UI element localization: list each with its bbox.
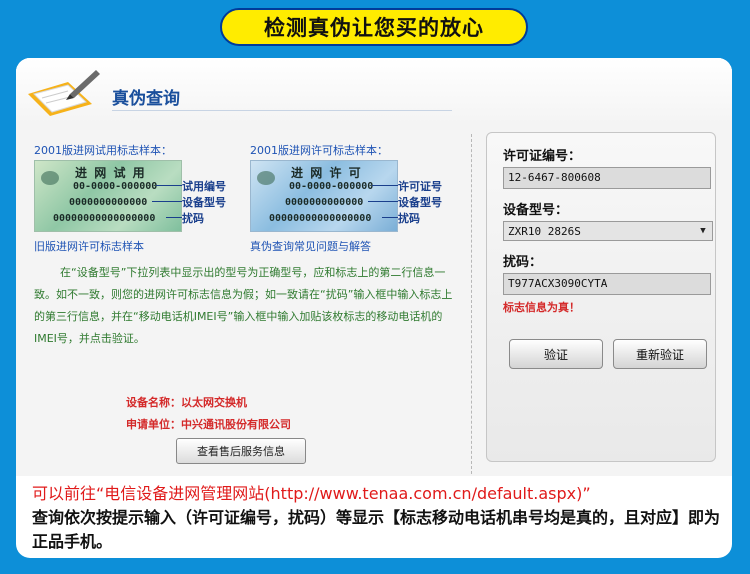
footer-line-2: 查询依次按提示输入（许可证编号，扰码）等显示【标志移动电话机串号均是真的，且对应… [32, 508, 721, 551]
verification-form: 许可证编号： 12-6467-800608 设备型号： ZXR10 2826S … [486, 132, 716, 462]
applicant-row: 申请单位：中兴通讯股份有限公司 [126, 416, 291, 432]
trial-sample-card: 进 网 试 用 00-0000-000000 0000000000000 000… [34, 160, 182, 232]
slogan-text: 检测真伪让您买的放心 [264, 16, 484, 40]
card-title: 进 网 许 可 [291, 166, 361, 180]
vertical-divider [471, 134, 472, 474]
pointer-line [152, 201, 182, 202]
license-sample-card: 进 网 许 可 00-0000-000000 0000000000000 000… [250, 160, 398, 232]
after-sales-service-button[interactable]: 查看售后服务信息 [176, 438, 306, 464]
pen-paper-icon [28, 70, 100, 116]
card-line-1: 00-0000-000000 [289, 181, 374, 192]
slogan-banner: 检测真伪让您买的放心 [220, 8, 528, 46]
trial-sample-label: 2001版进网试用标志样本： [34, 144, 172, 157]
card-line-3: 00000000000000000 [53, 213, 156, 224]
card-line-2: 0000000000000 [285, 197, 364, 208]
title-area: 真伪查询 [16, 58, 732, 124]
pointer-line [156, 185, 182, 186]
card-line-2: 0000000000000 [69, 197, 148, 208]
device-name-value: 以太网交换机 [181, 396, 247, 409]
license-number-label: 许可证编号： [503, 149, 582, 164]
verify-button[interactable]: 验证 [509, 339, 603, 369]
chevron-down-icon[interactable]: ▼ [696, 224, 710, 238]
query-page: 真伪查询 2001版进网试用标志样本： 进 网 试 用 00-0000-0000… [16, 58, 732, 476]
card-line-3: 00000000000000000 [269, 213, 372, 224]
scramble-code-input[interactable]: T977ACX3090CYTA [503, 273, 711, 295]
pointer-line [372, 185, 398, 186]
device-name-key: 设备名称： [126, 396, 181, 409]
footer-instructions: 可以前往“电信设备进网管理网站(http://www.tenaa.com.cn/… [32, 482, 722, 554]
pointer-line [166, 217, 182, 218]
card-line-1: 00-0000-000000 [73, 181, 158, 192]
instructions-text: 在“设备型号”下拉列表中显示出的型号为正确型号，应和标志上的第二行信息一致。如不… [34, 266, 453, 345]
card-title: 进 网 试 用 [75, 166, 145, 180]
title-divider [112, 110, 452, 111]
callout-scramble-code: 扰码 [398, 212, 420, 225]
device-model-label: 设备型号： [503, 203, 569, 218]
pointer-line [368, 201, 398, 202]
reverify-button[interactable]: 重新验证 [613, 339, 707, 369]
page-title: 真伪查询 [112, 89, 180, 109]
device-model-select[interactable]: ZXR10 2826S ▼ [503, 221, 713, 241]
card-logo-icon [257, 171, 275, 185]
verification-result: 标志信息为真！ [503, 301, 580, 314]
applicant-value: 中兴通讯股份有限公司 [181, 418, 291, 431]
callout-device-model: 设备型号 [398, 196, 442, 209]
callout-scramble-code: 扰码 [182, 212, 204, 225]
callout-license-number: 许可证号 [398, 180, 442, 193]
license-sample-label: 2001版进网许可标志样本： [250, 144, 388, 157]
license-number-input[interactable]: 12-6467-800608 [503, 167, 711, 189]
applicant-key: 申请单位： [126, 418, 181, 431]
callout-device-model: 设备型号 [182, 196, 226, 209]
content-panel: 真伪查询 2001版进网试用标志样本： 进 网 试 用 00-0000-0000… [16, 58, 732, 558]
pointer-line [382, 217, 398, 218]
card-logo-icon [41, 171, 59, 185]
old-sample-link[interactable]: 旧版进网许可标志样本 [34, 238, 144, 254]
device-model-value: ZXR10 2826S [508, 225, 581, 238]
scramble-code-label: 扰码： [503, 255, 543, 270]
device-name-row: 设备名称：以太网交换机 [126, 394, 247, 410]
callout-trial-number: 试用编号 [182, 180, 226, 193]
faq-link[interactable]: 真伪查询常见问题与解答 [250, 238, 371, 254]
footer-line-1: 可以前往“电信设备进网管理网站(http://www.tenaa.com.cn/… [32, 484, 591, 503]
